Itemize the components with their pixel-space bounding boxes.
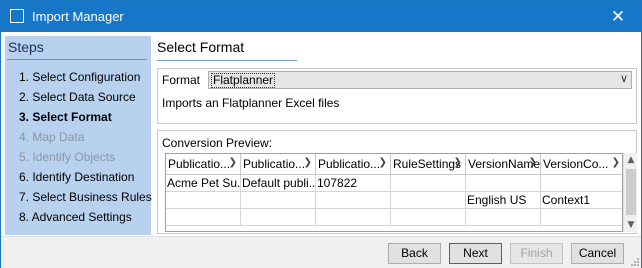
table-cell[interactable] [541, 175, 622, 192]
column-header[interactable]: Publicatio... ❯ [166, 154, 241, 175]
vertical-scrollbar[interactable]: ▲ ▼ [623, 153, 637, 232]
column-header[interactable]: VersionName ❯ [466, 154, 541, 175]
steps-panel: Steps 1. Select Configuration 2. Select … [5, 36, 152, 235]
table-cell[interactable] [466, 175, 541, 192]
back-button[interactable]: Back [388, 243, 441, 264]
step-select-format: 3. Select Format [19, 110, 112, 124]
column-header[interactable]: Publicatio... ❯ [241, 154, 316, 175]
close-button[interactable]: ✕ [595, 1, 641, 32]
column-header-label: VersionCo... [543, 157, 609, 171]
preview-label: Conversion Preview: [162, 136, 273, 150]
step-select-configuration: 1. Select Configuration [19, 70, 141, 84]
format-description: Imports an Flatplanner Excel files [162, 96, 340, 110]
table-cell[interactable] [391, 209, 466, 226]
app-window-icon [10, 9, 24, 23]
column-header-label: RuleSettings [393, 157, 462, 171]
preview-table[interactable]: Publicatio... ❯ Publicatio... ❯ Publicatio… [165, 153, 623, 232]
wizard-body: Steps 1. Select Configuration 2. Select … [1, 32, 641, 236]
chevron-right-icon: ❯ [378, 157, 387, 168]
table-cell[interactable]: 107822 [316, 175, 391, 192]
page-title: Select Format [157, 39, 245, 55]
step-select-business-rules: 7. Select Business Rules [19, 190, 152, 204]
cancel-button[interactable]: Cancel [571, 243, 624, 264]
table-cell[interactable] [166, 192, 241, 209]
scroll-up-icon[interactable]: ▲ [625, 155, 637, 165]
steps-divider [7, 59, 147, 60]
next-button[interactable]: Next [449, 243, 502, 264]
format-group: Format Flatplanner ∨ Imports an Flatplan… [157, 68, 637, 124]
table-cell[interactable] [391, 192, 466, 209]
steps-title: Steps [8, 39, 44, 55]
chevron-right-icon: ❯ [611, 157, 620, 168]
window-title: Import Manager [32, 9, 124, 24]
step-select-data-source: 2. Select Data Source [19, 90, 136, 104]
table-cell[interactable] [391, 175, 466, 192]
column-header[interactable]: Publicatio... ❯ [316, 154, 391, 175]
conversion-preview-group: Conversion Preview: Publicatio... ❯ Publi… [157, 130, 637, 234]
title-bar[interactable]: Import Manager ✕ [1, 1, 641, 32]
step-identify-destination: 6. Identify Destination [19, 170, 135, 184]
finish-button[interactable]: Finish [510, 243, 563, 264]
format-dropdown[interactable]: Flatplanner ∨ [208, 71, 632, 89]
column-header-label: Publicatio... [243, 157, 306, 171]
step-map-data: 4. Map Data [19, 130, 85, 144]
import-manager-window: Import Manager ✕ Steps 1. Select Configu… [0, 0, 642, 268]
table-cell[interactable]: Default publi... [241, 175, 316, 192]
step-identify-objects: 5. Identify Objects [19, 150, 116, 164]
table-cell[interactable] [316, 209, 391, 226]
table-cell[interactable] [316, 192, 391, 209]
scrollbar-thumb[interactable] [626, 169, 636, 215]
table-cell[interactable] [541, 209, 622, 226]
step-advanced-settings: 8. Advanced Settings [19, 210, 132, 224]
scroll-down-icon[interactable]: ▼ [625, 220, 637, 230]
table-cell[interactable]: Acme Pet Su... [166, 175, 241, 192]
button-bar: Back Next Finish Cancel [1, 236, 641, 268]
title-divider [157, 60, 297, 61]
chevron-right-icon: ❯ [303, 157, 312, 168]
column-header[interactable]: VersionCo... ❯ [541, 154, 622, 175]
table-cell[interactable] [241, 209, 316, 226]
format-selected-value: Flatplanner [211, 73, 276, 88]
table-cell[interactable] [241, 192, 316, 209]
column-header-label: Publicatio... [318, 157, 381, 171]
chevron-down-icon[interactable]: ∨ [620, 72, 628, 85]
column-header-label: Publicatio... [168, 157, 231, 171]
chevron-right-icon: ❯ [528, 157, 537, 168]
chevron-right-icon: ❯ [228, 157, 237, 168]
chevron-right-icon: ❯ [453, 157, 462, 168]
format-label: Format [162, 73, 201, 87]
table-cell[interactable]: English US [466, 192, 541, 209]
table-cell[interactable] [166, 209, 241, 226]
resize-grip-icon[interactable] [629, 256, 639, 266]
column-header[interactable]: RuleSettings ❯ [391, 154, 466, 175]
table-cell[interactable]: Context1 [541, 192, 622, 209]
table-cell[interactable] [466, 209, 541, 226]
